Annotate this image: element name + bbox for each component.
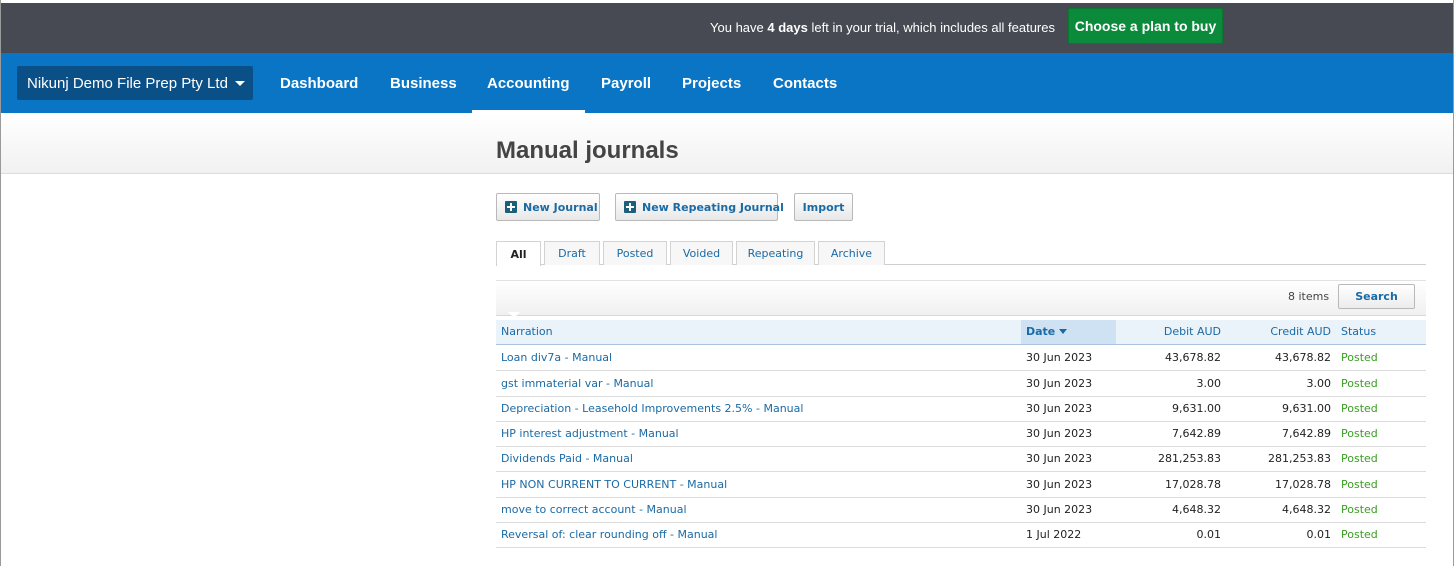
row-narration[interactable]: Dividends Paid - Manual [501,446,633,471]
org-selector[interactable]: Nikunj Demo File Prep Pty Ltd [17,66,253,100]
nav-business[interactable]: Business [390,53,457,113]
row-status: Posted [1341,503,1378,516]
row-status: Posted [1341,402,1378,415]
row-status: Posted [1341,427,1378,440]
table-toolbar [496,280,1426,316]
tab-archive[interactable]: Archive [818,241,885,265]
row-debit: 281,253.83 [1158,452,1221,465]
table-row[interactable]: Depreciation - Leasehold Improvements 2.… [496,396,1426,422]
col-status[interactable]: Status [1341,320,1376,344]
row-credit: 43,678.82 [1275,351,1331,364]
main-nav: Nikunj Demo File Prep Pty Ltd Dashboard … [1,53,1453,113]
search-button[interactable]: Search [1338,284,1415,309]
page-title: Manual journals [496,137,679,164]
caret-down-icon [234,80,245,86]
table-row[interactable]: Dividends Paid - Manual 30 Jun 2023 281,… [496,446,1426,472]
plus-square-icon [505,201,517,213]
nav-dashboard[interactable]: Dashboard [280,53,358,113]
row-credit: 281,253.83 [1268,452,1331,465]
col-narration[interactable]: Narration [501,320,553,344]
col-debit[interactable]: Debit AUD [1164,320,1221,344]
trial-message: You have 4 days left in your trial, whic… [710,20,1055,35]
row-debit: 3.00 [1196,377,1222,390]
nav-accounting[interactable]: Accounting [472,53,584,113]
choose-plan-button[interactable]: Choose a plan to buy [1068,8,1223,44]
row-credit: 4,648.32 [1282,503,1331,516]
tab-all[interactable]: All [496,241,541,266]
tab-repeating[interactable]: Repeating [736,241,815,265]
nav-projects[interactable]: Projects [682,53,741,113]
nav-payroll[interactable]: Payroll [601,53,651,113]
row-credit: 17,028.78 [1275,478,1331,491]
tab-voided[interactable]: Voided [670,241,733,265]
table-row[interactable]: HP interest adjustment - Manual 30 Jun 2… [496,421,1426,447]
table-row[interactable]: move to correct account - Manual 30 Jun … [496,497,1426,523]
plus-square-icon [624,201,636,213]
col-credit[interactable]: Credit AUD [1270,320,1331,344]
row-narration[interactable]: HP NON CURRENT TO CURRENT - Manual [501,472,727,497]
table-row[interactable]: gst immaterial var - Manual 30 Jun 2023 … [496,371,1426,397]
col-date[interactable]: Date [1026,320,1068,344]
items-count: 8 items [1288,290,1330,303]
nav-contacts[interactable]: Contacts [773,53,837,113]
row-status: Posted [1341,528,1378,541]
row-date: 30 Jun 2023 [1026,377,1093,390]
row-date: 30 Jun 2023 [1026,402,1093,415]
row-narration[interactable]: Loan div7a - Manual [501,345,612,370]
row-debit: 4,648.32 [1172,503,1221,516]
row-date: 30 Jun 2023 [1026,351,1093,364]
row-credit: 9,631.00 [1282,402,1331,415]
table-row[interactable]: HP NON CURRENT TO CURRENT - Manual 30 Ju… [496,472,1426,498]
row-debit: 0.01 [1196,528,1222,541]
table-row[interactable]: Reversal of: clear rounding off - Manual… [496,522,1426,548]
row-narration[interactable]: HP interest adjustment - Manual [501,421,679,446]
row-date: 30 Jun 2023 [1026,427,1093,440]
org-name: Nikunj Demo File Prep Pty Ltd [27,74,228,92]
table-row[interactable]: Loan div7a - Manual 30 Jun 2023 43,678.8… [496,345,1426,371]
row-debit: 43,678.82 [1165,351,1221,364]
page-header-band [1,113,1453,174]
row-status: Posted [1341,452,1378,465]
row-narration[interactable]: move to correct account - Manual [501,497,687,522]
row-credit: 7,642.89 [1282,427,1331,440]
row-date: 30 Jun 2023 [1026,503,1093,516]
new-repeating-journal-button[interactable]: New Repeating Journal [615,193,784,221]
row-credit: 3.00 [1306,377,1332,390]
toolbar-notch [508,312,520,318]
row-date: 1 Jul 2022 [1026,528,1082,541]
import-button[interactable]: Import [794,193,853,221]
row-date: 30 Jun 2023 [1026,452,1093,465]
row-debit: 17,028.78 [1165,478,1221,491]
row-credit: 0.01 [1306,528,1332,541]
tab-posted[interactable]: Posted [603,241,667,265]
new-journal-button[interactable]: New Journal [496,193,600,221]
row-status: Posted [1341,478,1378,491]
row-date: 30 Jun 2023 [1026,478,1093,491]
row-narration[interactable]: Depreciation - Leasehold Improvements 2.… [501,396,803,421]
row-status: Posted [1341,351,1378,364]
row-narration[interactable]: Reversal of: clear rounding off - Manual [501,522,717,547]
row-debit: 7,642.89 [1172,427,1221,440]
row-debit: 9,631.00 [1172,402,1221,415]
sort-desc-icon [1059,329,1068,334]
row-status: Posted [1341,377,1378,390]
trial-banner: You have 4 days left in your trial, whic… [1,3,1453,53]
tab-draft[interactable]: Draft [544,241,600,265]
row-narration[interactable]: gst immaterial var - Manual [501,371,653,396]
